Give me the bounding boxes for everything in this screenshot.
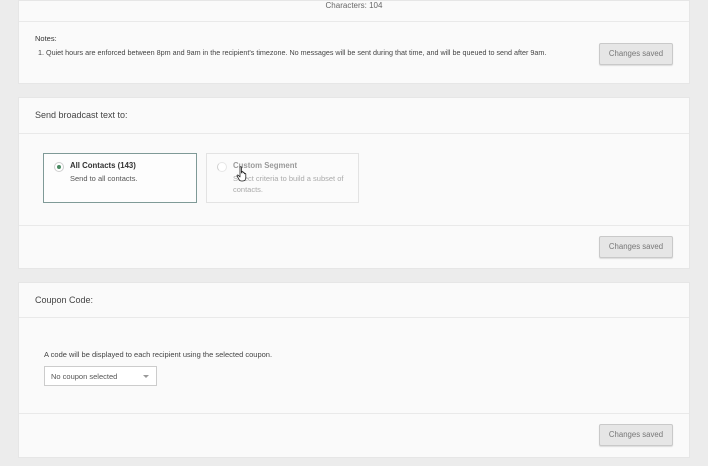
coupon-select-value: No coupon selected [51,372,118,381]
divider [19,133,689,134]
broadcast-section-title: Send broadcast text to: [35,110,128,120]
character-count: Characters: 104 [325,1,383,10]
coupon-section-title: Coupon Code: [35,295,94,305]
option-description: Send to all contacts. [70,174,138,183]
option-description: Select criteria to build a subset of con… [233,174,344,194]
radio-selected-icon[interactable] [54,162,64,172]
coupon-code-card: Coupon Code: A code will be displayed to… [18,282,690,458]
notes-item-number: 1. [38,48,44,57]
audience-option-all-contacts[interactable]: All Contacts (143) Send to all contacts. [43,153,197,203]
chevron-down-icon [143,375,149,378]
audience-option-custom-segment[interactable]: Custom Segment Select criteria to build … [206,153,359,203]
notes-item: 1. Quiet hours are enforced between 8pm … [38,48,548,58]
coupon-help-text: A code will be displayed to each recipie… [44,350,273,359]
changes-saved-button[interactable]: Changes saved [599,424,673,446]
radio-unselected-icon[interactable] [217,162,227,172]
divider [19,413,689,414]
changes-saved-button[interactable]: Changes saved [599,236,673,258]
notes-item-text: Quiet hours are enforced between 8pm and… [46,48,547,57]
divider [19,317,689,318]
message-notes-card: Characters: 104 Notes: 1. Quiet hours ar… [18,0,690,84]
changes-saved-button[interactable]: Changes saved [599,43,673,65]
option-title: All Contacts (143) [70,161,136,170]
radio-dot [57,165,61,169]
divider [19,21,689,22]
hand-pointer-cursor-icon [236,166,247,182]
notes-title: Notes: [35,34,57,43]
broadcast-audience-card: Send broadcast text to: All Contacts (14… [18,97,690,269]
coupon-select[interactable]: No coupon selected [44,366,157,386]
divider [19,225,689,226]
